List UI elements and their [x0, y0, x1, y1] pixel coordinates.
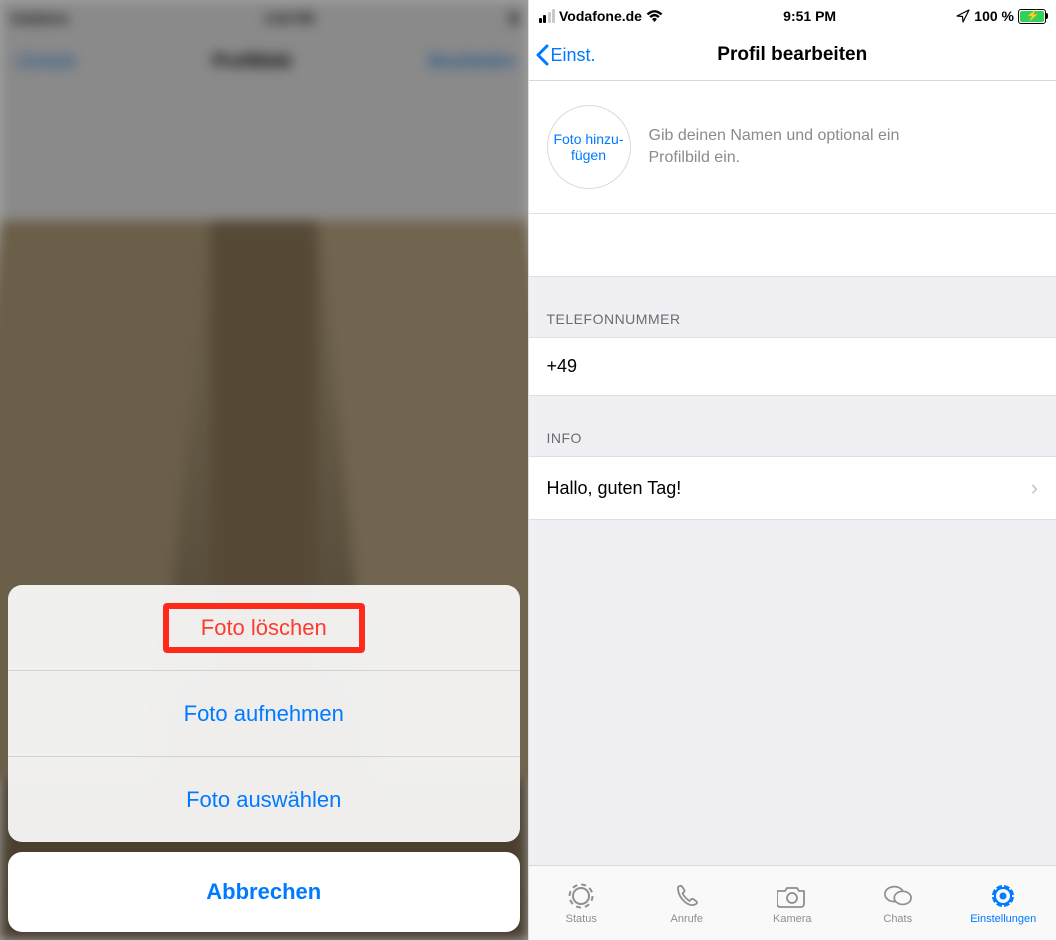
- gear-icon: [988, 881, 1018, 911]
- back-button[interactable]: Einst.: [535, 44, 596, 66]
- location-icon: [956, 9, 970, 23]
- chats-icon: [883, 881, 913, 911]
- highlight-annotation: Foto löschen: [163, 603, 365, 653]
- status-bar: Vodafone.de 9:51 PM 100 % ⚡: [529, 0, 1056, 30]
- tab-status[interactable]: Status: [529, 866, 635, 940]
- wifi-icon: [646, 10, 663, 23]
- tab-chats[interactable]: Chats: [845, 866, 951, 940]
- name-hint: Gib deinen Namen und optional ein Profil…: [649, 125, 949, 168]
- section-header-phone: TELEFONNUMMER: [529, 277, 1056, 337]
- status-icon: [566, 881, 596, 911]
- tab-settings[interactable]: Einstellungen: [951, 866, 1056, 940]
- clock: 9:51 PM: [783, 8, 836, 24]
- camera-icon: [777, 881, 807, 911]
- photo-name-section: Foto hinzu­fügen Gib deinen Namen und op…: [529, 81, 1056, 214]
- screenshot-edit-profile: Vodafone.de 9:51 PM 100 % ⚡ Einst.: [528, 0, 1056, 940]
- carrier-label: Vodafone.de: [559, 8, 642, 24]
- signal-icon: [539, 9, 556, 23]
- nav-bar: Einst. Profil bearbeiten: [529, 30, 1056, 81]
- delete-photo-button[interactable]: Foto löschen: [8, 585, 520, 670]
- chevron-left-icon: [535, 44, 549, 66]
- battery-icon: ⚡: [1018, 9, 1046, 24]
- cancel-button[interactable]: Abbrechen: [8, 852, 520, 932]
- take-photo-button[interactable]: Foto aufnehmen: [8, 670, 520, 756]
- action-sheet: Foto löschen Foto aufnehmen Foto auswähl…: [8, 585, 520, 932]
- tab-calls[interactable]: Anrufe: [634, 866, 740, 940]
- name-input[interactable]: [529, 214, 1056, 277]
- phone-number-cell[interactable]: +49: [529, 337, 1056, 396]
- add-photo-button[interactable]: Foto hinzu­fügen: [547, 105, 631, 189]
- battery-percent: 100 %: [974, 8, 1014, 24]
- choose-photo-button[interactable]: Foto auswählen: [8, 756, 520, 842]
- screenshot-profile-photo-sheet: Vodafone 3:00 PM ▮ ‹ Zurück Profilbild B…: [0, 0, 528, 940]
- section-header-info: INFO: [529, 396, 1056, 456]
- tab-bar: Status Anrufe Kamera Chats: [529, 865, 1056, 940]
- tab-camera[interactable]: Kamera: [740, 866, 846, 940]
- phone-icon: [672, 881, 702, 911]
- chevron-right-icon: ›: [1031, 475, 1038, 501]
- page-title: Profil bearbeiten: [717, 44, 867, 66]
- about-cell[interactable]: Hallo, guten Tag! ›: [529, 456, 1056, 520]
